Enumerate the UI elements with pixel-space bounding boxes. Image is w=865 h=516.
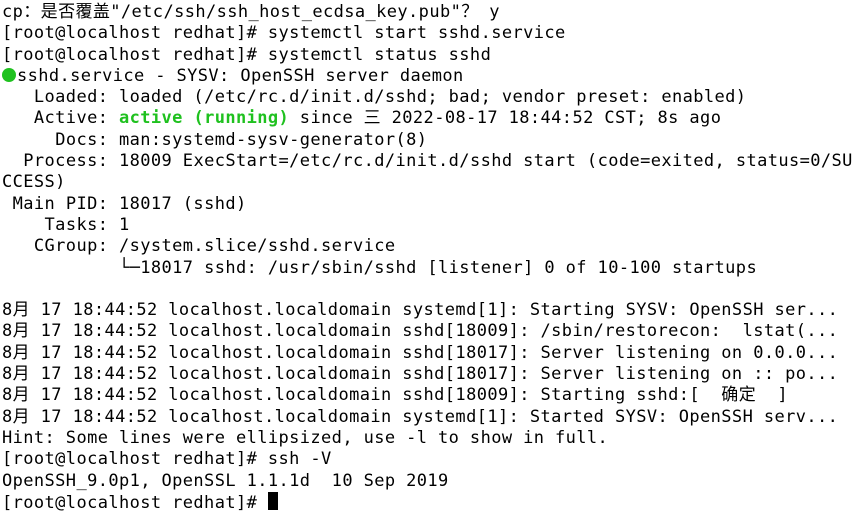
cursor-block-icon xyxy=(268,492,278,510)
output-line: [root@localhost redhat]# systemctl start… xyxy=(2,23,566,43)
status-dot-icon xyxy=(2,68,16,82)
output-line: Active: xyxy=(2,108,119,128)
output-line: 8月 17 18:44:52 localhost.localdomain ssh… xyxy=(2,321,838,341)
output-line: Main PID: 18017 (sshd) xyxy=(2,194,247,214)
shell-prompt[interactable]: [root@localhost redhat]# xyxy=(2,493,268,513)
output-line: Process: 18009 ExecStart=/etc/rc.d/init.… xyxy=(2,151,853,192)
output-line: Loaded: loaded (/etc/rc.d/init.d/sshd; b… xyxy=(2,87,746,107)
output-line: [root@localhost redhat]# ssh -V xyxy=(2,449,332,469)
output-line: 8月 17 18:44:52 localhost.localdomain ssh… xyxy=(2,385,788,405)
output-line: sshd.service - SYSV: OpenSSH server daem… xyxy=(17,66,464,86)
output-line: cp：是否覆盖"/etc/ssh/ssh_host_ecdsa_key.pub"… xyxy=(2,2,500,22)
output-line: CGroup: /system.slice/sshd.service xyxy=(2,236,396,256)
output-line: 8月 17 18:44:52 localhost.localdomain ssh… xyxy=(2,364,838,384)
output-line: └─18017 sshd: /usr/sbin/sshd [listener] … xyxy=(2,258,757,278)
output-line: [root@localhost redhat]# systemctl statu… xyxy=(2,45,491,65)
output-line: since 三 2022-08-17 18:44:52 CST; 8s ago xyxy=(289,108,721,128)
terminal-output[interactable]: cp：是否覆盖"/etc/ssh/ssh_host_ecdsa_key.pub"… xyxy=(0,0,865,516)
output-line: 8月 17 18:44:52 localhost.localdomain ssh… xyxy=(2,343,838,363)
output-line: 8月 17 18:44:52 localhost.localdomain sys… xyxy=(2,407,838,427)
output-line: 8月 17 18:44:52 localhost.localdomain sys… xyxy=(2,300,838,320)
output-line: Hint: Some lines were ellipsized, use -l… xyxy=(2,428,608,448)
output-line: OpenSSH_9.0p1, OpenSSL 1.1.1d 10 Sep 201… xyxy=(2,471,449,491)
output-line: Docs: man:systemd-sysv-generator(8) xyxy=(2,130,427,150)
output-line: Tasks: 1 xyxy=(2,215,130,235)
active-status: active (running) xyxy=(119,108,289,128)
